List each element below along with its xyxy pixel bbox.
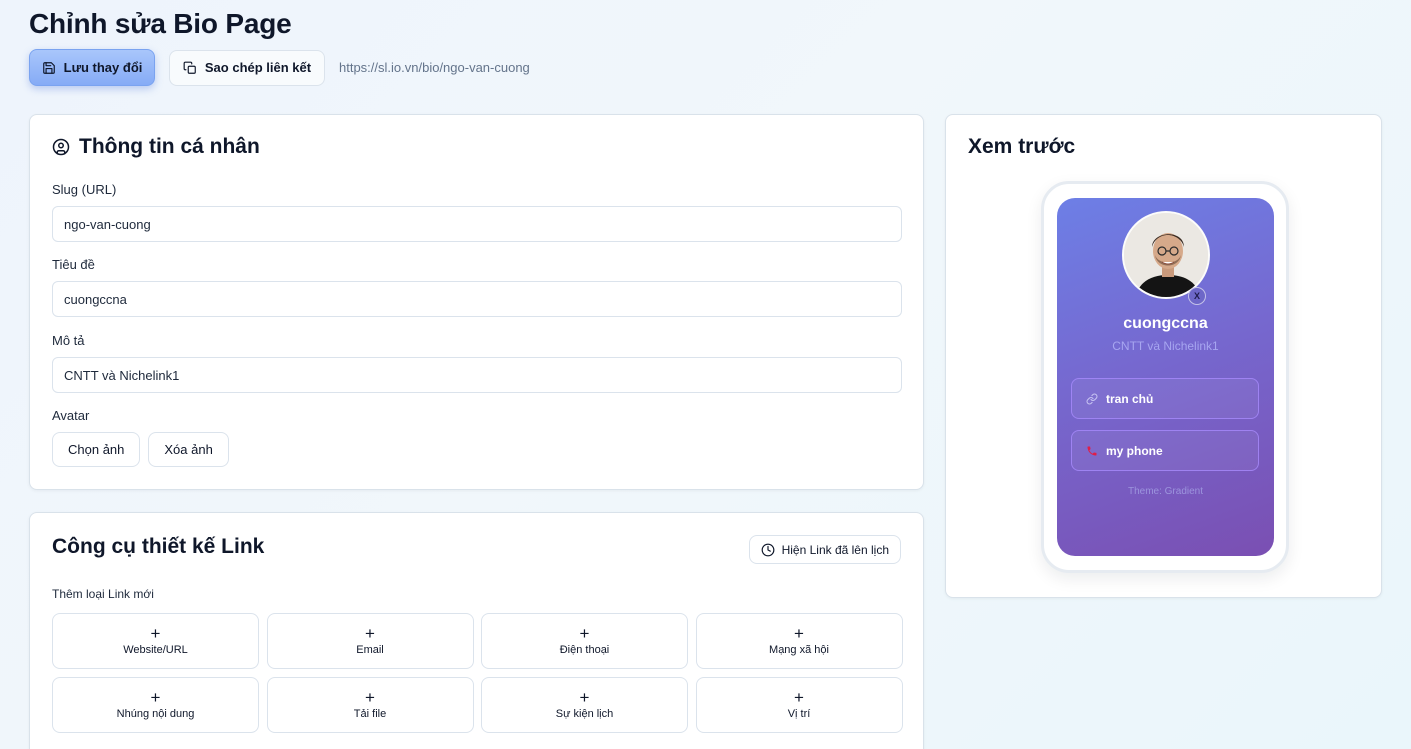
link-type-label: Vị trí [787,708,811,720]
add-website-link-button[interactable]: + Website/URL [52,613,259,669]
save-button-label: Lưu thay đổi [63,60,143,75]
add-social-link-button[interactable]: + Mạng xã hội [695,613,903,669]
copy-link-label: Sao chép liên kết [204,60,312,75]
avatar-actions: Chọn ảnh Xóa ảnh [52,432,229,467]
user-circle-icon [52,138,70,156]
title-label: Tiêu đề [52,257,95,272]
add-location-link-button[interactable]: + Vị trí [695,677,903,733]
link-type-label: Tải file [353,708,387,720]
profile-section-title: Thông tin cá nhân [52,135,260,159]
save-icon [42,61,56,75]
link-tools-title: Công cụ thiết kế Link [52,535,265,558]
preview-link-label: my phone [1106,443,1163,458]
description-input[interactable]: CNTT và Nichelink1 [52,357,902,393]
page-title: Chỉnh sửa Bio Page [29,8,292,39]
clock-icon [761,543,775,557]
page-url: https://sl.io.vn/bio/ngo-van-cuong [339,60,530,75]
link-tools-card: Công cụ thiết kế Link Hiện Link đã lên l… [29,512,924,749]
slug-label: Slug (URL) [52,182,117,197]
preview-link-phone[interactable]: my phone [1071,430,1259,471]
show-scheduled-links-label: Hiện Link đã lên lịch [781,542,889,557]
plus-icon: + [794,624,804,643]
plus-icon: + [794,688,804,707]
title-input[interactable]: cuongccna [52,281,902,317]
profile-title-text: Thông tin cá nhân [79,135,260,158]
link-icon [1086,393,1098,405]
phone-screen: X cuongccna CNTT và Nichelink1 tran chủ [1057,198,1274,556]
link-type-label: Mạng xã hội [769,644,829,656]
preview-name: cuongccna [1123,315,1208,332]
phone-icon [1086,445,1098,457]
avatar [1122,211,1210,299]
link-type-grid: + Website/URL + Email + Điện thoại + Mạn… [52,613,903,733]
add-embed-link-button[interactable]: + Nhúng nội dung [52,677,259,733]
preview-card: Xem trước X cuongccna CNTT và Nichelink1… [945,114,1382,598]
link-type-label: Nhúng nội dung [116,708,195,720]
preview-title: Xem trước [968,135,1076,158]
plus-icon: + [365,624,375,643]
copy-icon [183,61,197,75]
plus-icon: + [150,688,161,707]
link-type-label: Email [356,644,384,656]
preview-description: CNTT và Nichelink1 [1112,339,1219,353]
save-button[interactable]: Lưu thay đổi [29,49,155,86]
plus-icon: + [365,688,375,707]
link-type-label: Điện thoại [559,644,610,656]
preview-link-home[interactable]: tran chủ [1071,378,1259,419]
choose-image-button[interactable]: Chọn ảnh [52,432,141,467]
remove-image-button[interactable]: Xóa ảnh [148,432,229,467]
plus-icon: + [150,624,161,643]
add-link-type-label: Thêm loại Link mới [52,587,154,601]
plus-icon: + [579,688,590,707]
add-phone-link-button[interactable]: + Điện thoại [481,613,688,669]
theme-label: Theme: Gradient [1127,486,1204,497]
copy-link-button[interactable]: Sao chép liên kết [169,49,325,86]
add-file-link-button[interactable]: + Tải file [266,677,474,733]
description-label: Mô tả [52,333,85,348]
add-email-link-button[interactable]: + Email [266,613,474,669]
link-type-label: Sự kiện lịch [555,708,614,720]
avatar-label: Avatar [52,408,90,423]
plus-icon: + [579,624,590,643]
phone-frame: X cuongccna CNTT và Nichelink1 tran chủ [1041,181,1289,573]
show-scheduled-links-button[interactable]: Hiện Link đã lên lịch [748,535,901,564]
remove-avatar-icon[interactable]: X [1188,287,1206,305]
page: Chỉnh sửa Bio Page Lưu thay đổi Sao chép… [0,0,1411,749]
slug-input[interactable]: ngo-van-cuong [52,206,902,242]
add-calendar-event-link-button[interactable]: + Sự kiện lịch [481,677,688,733]
toolbar: Lưu thay đổi Sao chép liên kết https://s… [29,49,530,86]
profile-card: Thông tin cá nhân Slug (URL) ngo-van-cuo… [29,114,924,490]
preview-link-label: tran chủ [1106,391,1154,406]
link-type-label: Website/URL [123,644,188,656]
